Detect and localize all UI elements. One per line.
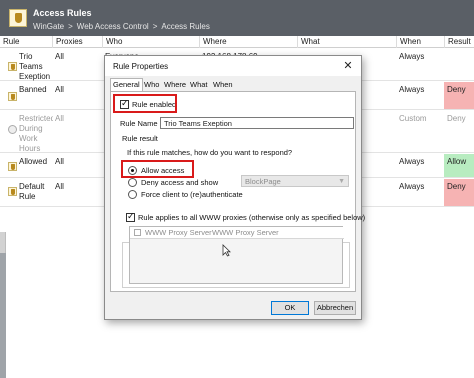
rule-name: Default Rule: [19, 182, 45, 201]
side-panel-edge-dark: [0, 253, 6, 378]
list-column-proxy-2: WWW Proxy Server: [212, 228, 279, 237]
breadcrumb-item-web-access-control[interactable]: Web Access Control: [77, 22, 149, 31]
rule-result: Allow: [444, 154, 474, 177]
breadcrumb-item-wingate[interactable]: WinGate: [33, 22, 64, 31]
block-page-value: BlockPage: [245, 177, 281, 186]
deny-access-label: Deny access and show: [141, 178, 219, 187]
rule-proxies: All: [55, 52, 64, 61]
column-header-who[interactable]: Who: [102, 36, 199, 48]
rule-shield-icon: [8, 62, 17, 71]
rule-name-label: Rule Name: [120, 119, 158, 128]
column-header-where[interactable]: Where: [199, 36, 297, 48]
cancel-button[interactable]: Abbrechen: [314, 301, 356, 315]
rule-when: Always: [399, 52, 425, 61]
rule-name: Trio Teams Exeption: [19, 52, 51, 81]
rule-properties-dialog: Rule Properties ✕ General Who Where What…: [104, 55, 365, 320]
rule-when: Always: [399, 182, 425, 191]
breadcrumb-separator: >: [68, 22, 73, 31]
block-page-select[interactable]: BlockPage ▼: [241, 175, 349, 187]
deny-access-radio[interactable]: [128, 178, 137, 187]
table-header: Rule Proxies Who Where What When Result: [0, 36, 474, 48]
app-header: Access Rules WinGate > Web Access Control >…: [0, 0, 474, 36]
rule-result: Deny: [444, 82, 474, 109]
rule-shield-icon: [8, 92, 17, 101]
rule-name: Allowed: [19, 157, 48, 166]
breadcrumb: WinGate > Web Access Control > Access Rules: [33, 22, 210, 31]
clock-icon: [8, 125, 17, 134]
dialog-titlebar[interactable]: Rule Properties ✕: [105, 56, 361, 76]
tab-who[interactable]: Who: [142, 79, 161, 91]
proxy-list-header: WWW Proxy Server WWW Proxy Server: [130, 227, 344, 239]
rule-name: Banned: [19, 85, 47, 94]
rule-name: Restricted During Work Hours: [19, 114, 53, 153]
column-header-rule[interactable]: Rule: [0, 36, 52, 48]
proxy-list[interactable]: WWW Proxy Server WWW Proxy Server: [129, 226, 344, 284]
breadcrumb-separator: >: [152, 22, 158, 31]
tab-where[interactable]: Where: [162, 79, 188, 91]
rule-proxies: All: [55, 114, 64, 123]
list-column-proxy: WWW Proxy Server: [145, 228, 212, 237]
ok-button[interactable]: OK: [271, 301, 309, 315]
rule-when: Always: [399, 157, 425, 166]
column-header-when[interactable]: When: [396, 36, 444, 48]
highlight-box: [121, 160, 194, 178]
applies-all-checkbox[interactable]: [126, 211, 135, 222]
highlight-box: [113, 94, 177, 113]
rule-shield-icon: [8, 187, 17, 196]
respond-question: If this rule matches, how do you want to…: [127, 148, 293, 157]
tab-what[interactable]: What: [188, 79, 210, 91]
rule-shield-icon: [8, 162, 17, 171]
force-authenticate-radio[interactable]: [128, 190, 137, 199]
page-title: Access Rules: [33, 8, 92, 18]
close-icon[interactable]: ✕: [341, 59, 355, 73]
general-tab-panel: Rule enabled Rule Name Trio Teams Exepti…: [110, 91, 365, 292]
applies-all-label: Rule applies to all WWW proxies (otherwi…: [138, 213, 366, 222]
rule-result: Deny: [444, 179, 474, 206]
select-all-checkbox[interactable]: [134, 229, 141, 236]
rule-proxies: All: [55, 182, 64, 191]
chevron-down-icon: ▼: [338, 178, 345, 185]
rule-result-label: Rule result: [122, 134, 158, 143]
dialog-title: Rule Properties: [113, 62, 169, 71]
rule-when: Custom: [399, 114, 427, 123]
rule-when: Always: [399, 85, 425, 94]
shield-icon: [9, 9, 27, 27]
rule-name-input[interactable]: Trio Teams Exeption: [160, 117, 354, 129]
tab-general[interactable]: General: [110, 78, 143, 91]
access-rules-window: Access Rules WinGate > Web Access Control >…: [0, 0, 474, 378]
rule-proxies: All: [55, 157, 64, 166]
mouse-cursor-icon: [222, 244, 231, 257]
tab-when[interactable]: When: [211, 79, 235, 91]
column-header-result[interactable]: Result: [444, 36, 474, 48]
rule-result: Deny: [447, 114, 466, 123]
column-header-what[interactable]: What: [297, 36, 396, 48]
column-header-proxies[interactable]: Proxies: [52, 36, 102, 48]
breadcrumb-item-access-rules[interactable]: Access Rules: [161, 22, 209, 31]
rule-proxies: All: [55, 85, 64, 94]
force-authenticate-label: Force client to (re)authenticate: [141, 190, 243, 199]
